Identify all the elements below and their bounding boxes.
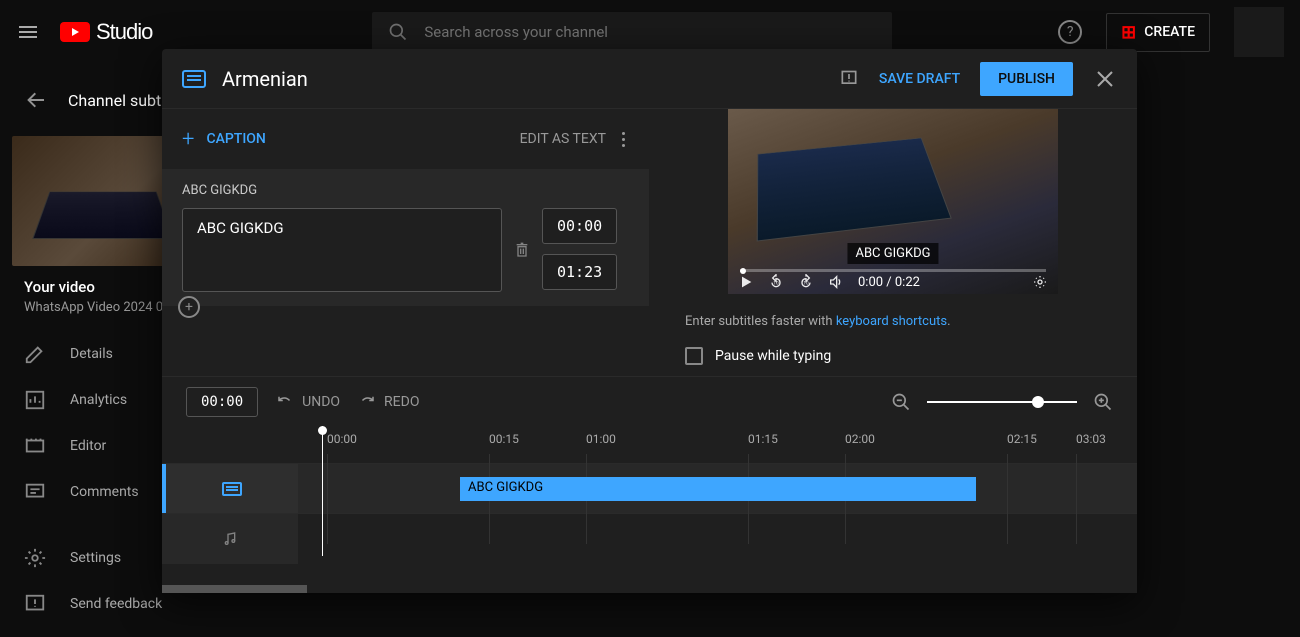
shortcuts-link[interactable]: keyboard shortcuts — [836, 314, 947, 329]
nav-label: Editor — [70, 438, 106, 454]
player-settings-icon[interactable] — [1032, 274, 1048, 290]
caption-label: CAPTION — [206, 131, 265, 147]
svg-text:10: 10 — [773, 281, 779, 287]
nav-label: Comments — [70, 484, 139, 500]
nav-label: Details — [70, 346, 113, 362]
player-controls: 10 10 0:00 / 0:22 — [728, 270, 1058, 294]
add-caption-below-button[interactable]: + — [178, 296, 200, 318]
search-icon — [388, 22, 408, 42]
pause-label: Pause while typing — [715, 348, 831, 364]
caption-clip[interactable]: ABC GIGKDG — [460, 477, 976, 501]
publish-button[interactable]: PUBLISH — [980, 62, 1073, 96]
modal-header: Armenian SAVE DRAFT PUBLISH — [162, 49, 1137, 109]
music-icon — [222, 530, 238, 548]
more-menu-icon[interactable] — [618, 128, 629, 151]
timeline-toolbar: 00:00 UNDO REDO — [162, 376, 1137, 426]
plus-icon: + — [182, 127, 194, 152]
play-icon[interactable] — [738, 274, 754, 290]
pause-while-typing-row: Pause while typing — [685, 347, 1101, 365]
add-caption-button[interactable]: + CAPTION — [182, 127, 266, 152]
comments-icon — [24, 481, 46, 503]
analytics-icon — [24, 389, 46, 411]
timeline-ruler: 00:00 00:15 01:00 01:15 02:00 02:15 03:0… — [162, 426, 1137, 464]
timeline-tick: 00:15 — [489, 432, 519, 446]
brand-text: Studio — [96, 19, 152, 45]
page-title: Channel subti — [68, 91, 165, 110]
search-input[interactable] — [424, 23, 876, 41]
editor-icon — [24, 435, 46, 457]
gear-icon — [24, 547, 46, 569]
caption-text-input[interactable] — [182, 208, 502, 292]
nav-label: Send feedback — [70, 596, 162, 612]
pause-checkbox[interactable] — [685, 347, 703, 365]
timeline-tick: 02:15 — [1007, 432, 1037, 446]
caption-entry: ABC GIGKDG 00:00 01:23 + — [162, 169, 649, 306]
feedback-icon — [24, 593, 46, 615]
search-box[interactable] — [372, 12, 892, 52]
edit-as-text-button[interactable]: EDIT AS TEXT — [520, 131, 606, 147]
zoom-in-icon[interactable] — [1093, 392, 1113, 412]
redo-icon — [358, 393, 376, 411]
timeline-tick: 01:00 — [586, 432, 616, 446]
report-icon[interactable] — [839, 69, 859, 89]
create-plus-icon: ⊞ — [1121, 22, 1136, 43]
subtitle-editor-modal: Armenian SAVE DRAFT PUBLISH + CAPTION ED… — [162, 49, 1137, 593]
nav-label: Settings — [70, 550, 121, 566]
end-time-input[interactable]: 01:23 — [542, 254, 617, 290]
create-label: CREATE — [1144, 24, 1195, 40]
video-player[interactable]: ABC GIGKDG 10 10 0:00 / 0:22 — [728, 109, 1058, 294]
audio-track-header[interactable] — [162, 514, 298, 564]
playhead-time-input[interactable]: 00:00 — [186, 387, 258, 417]
create-button[interactable]: ⊞ CREATE — [1106, 13, 1210, 52]
zoom-thumb[interactable] — [1032, 396, 1044, 408]
timeline-tick: 00:00 — [327, 432, 357, 446]
avatar[interactable] — [1234, 7, 1284, 57]
zoom-out-icon[interactable] — [891, 392, 911, 412]
studio-logo[interactable]: Studio — [60, 19, 152, 45]
captions-pane: + CAPTION EDIT AS TEXT ABC GIGKDG 00:00 … — [162, 109, 649, 376]
back-arrow-icon — [24, 88, 48, 112]
redo-button[interactable]: REDO — [358, 393, 419, 411]
menu-icon[interactable] — [16, 20, 40, 44]
undo-button[interactable]: UNDO — [276, 393, 340, 411]
timeline-tick: 03:03 — [1076, 432, 1106, 446]
nav-label: Analytics — [70, 392, 127, 408]
undo-icon — [276, 393, 294, 411]
audio-track — [162, 514, 1137, 564]
entry-preview-label: ABC GIGKDG — [182, 183, 629, 198]
cc-icon — [182, 70, 206, 88]
shortcuts-tip: Enter subtitles faster with keyboard sho… — [685, 314, 1101, 329]
timeline[interactable]: 00:00 00:15 01:00 01:15 02:00 02:15 03:0… — [162, 426, 1137, 593]
player-time: 0:00 / 0:22 — [858, 275, 920, 290]
pencil-icon — [24, 343, 46, 365]
timeline-scrollbar[interactable] — [162, 585, 307, 593]
caption-track: ABC GIGKDG — [162, 464, 1137, 514]
svg-text:10: 10 — [803, 281, 809, 287]
modal-title: Armenian — [222, 67, 308, 91]
help-icon[interactable]: ? — [1058, 20, 1082, 44]
close-icon[interactable] — [1093, 67, 1117, 91]
start-time-input[interactable]: 00:00 — [542, 208, 617, 244]
delete-icon[interactable] — [514, 241, 530, 259]
timeline-tick: 02:00 — [845, 432, 875, 446]
cc-small-icon — [222, 482, 242, 496]
timeline-tick: 01:15 — [748, 432, 778, 446]
preview-pane: ABC GIGKDG 10 10 0:00 / 0:22 Enter subti… — [649, 109, 1137, 376]
caption-track-header[interactable] — [162, 464, 298, 513]
save-draft-button[interactable]: SAVE DRAFT — [879, 71, 960, 87]
volume-icon[interactable] — [828, 274, 844, 290]
zoom-slider[interactable] — [927, 401, 1077, 403]
youtube-icon — [60, 22, 90, 42]
caption-overlay: ABC GIGKDG — [847, 243, 938, 264]
forward-10-icon[interactable]: 10 — [798, 274, 814, 290]
rewind-10-icon[interactable]: 10 — [768, 274, 784, 290]
